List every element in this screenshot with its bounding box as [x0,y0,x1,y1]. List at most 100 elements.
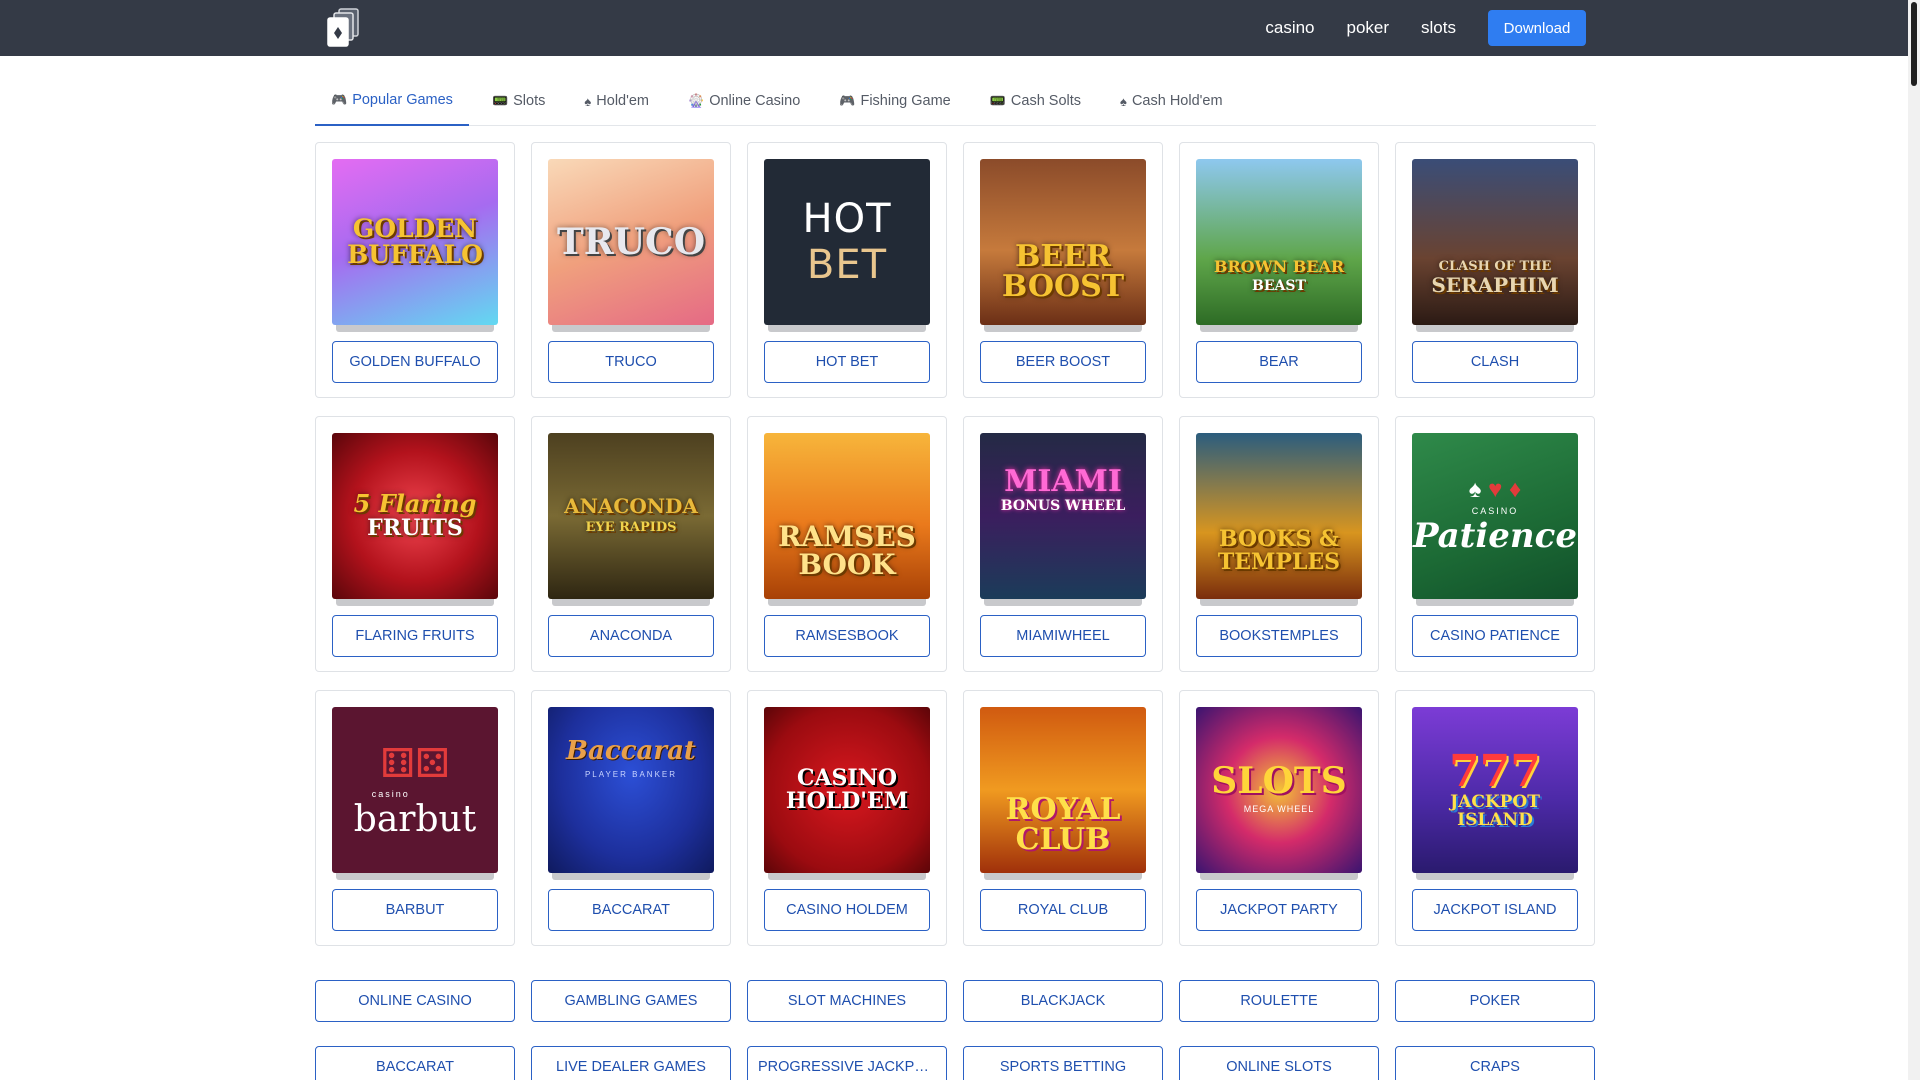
game-button-anaconda[interactable]: ANACONDA [548,615,714,657]
roulette-wheel-icon: 🎡 [688,93,705,108]
game-button-baccarat[interactable]: BACCARAT [548,889,714,931]
thumbnail-subtitle: SERAPHIM [1431,273,1559,297]
game-thumbnail[interactable]: ♠ ♥ ♦ CASINO Patience [1412,433,1578,599]
game-button-miamiwheel[interactable]: MIAMIWHEEL [980,615,1146,657]
tab-label: Hold'em [596,93,650,109]
game-thumbnail[interactable]: Baccarat PLAYER BANKER [548,707,714,873]
game-button-beer-boost[interactable]: BEER BOOST [980,341,1146,383]
category-button-sports-betting[interactable]: SPORTS BETTING [963,1046,1163,1080]
game-card-barbut: ⚅⚄ casino barbut BARBUT [315,690,515,946]
game-button-bear[interactable]: BEAR [1196,341,1362,383]
game-thumbnail[interactable]: GOLDEN BUFFALO [332,159,498,325]
game-button-casino-holdem[interactable]: CASINO HOLDEM [764,889,930,931]
thumbnail-title: 5 Flaring [353,489,477,518]
tab-slots[interactable]: 📟 Slots [476,76,561,126]
tab-popular-games[interactable]: 🎮 Popular Games [315,76,469,126]
download-button[interactable]: Download [1488,10,1586,46]
game-thumbnail[interactable]: 777 JACKPOT ISLAND [1412,707,1578,873]
game-thumbnail[interactable]: ANACONDA EYE RAPIDS [548,433,714,599]
game-card-beer-boost: BEER BOOST BEER BOOST [963,142,1163,398]
game-button-golden-buffalo[interactable]: GOLDEN BUFFALO [332,341,498,383]
game-card-royal-club: ROYAL CLUB ROYAL CLUB [963,690,1163,946]
game-card-baccarat: Baccarat PLAYER BANKER BACCARAT [531,690,731,946]
scrollbar-thumb[interactable] [1911,2,1917,86]
game-card-flaring-fruits: 5 Flaring FRUITS FLARING FRUITS [315,416,515,672]
thumbnail-subtitle: BOOK [798,548,896,581]
gamepad-icon: 🎮 [331,92,348,107]
game-card-jackpot-island: 777 JACKPOT ISLAND JACKPOT ISLAND [1395,690,1595,946]
game-thumbnail[interactable]: 5 Flaring FRUITS [332,433,498,599]
thumbnail-subtitle: barbut [353,798,477,840]
thumbnail-subtitle: Patience [1413,516,1577,556]
game-button-casino-patience[interactable]: CASINO PATIENCE [1412,615,1578,657]
thumbnail-title: MIAMI [1004,464,1122,499]
game-thumbnail[interactable]: BROWN BEAR BEAST [1196,159,1362,325]
thumbnail-title: SLOTS [1211,760,1347,802]
game-thumbnail[interactable]: BEER BOOST [980,159,1146,325]
tab-cash-holdem[interactable]: ♠ Cash Hold'em [1104,76,1239,126]
category-button-online-casino[interactable]: ONLINE CASINO [315,980,515,1022]
category-button-craps[interactable]: CRAPS [1395,1046,1595,1080]
thumbnail-title: Baccarat [566,736,696,766]
nav-link-poker[interactable]: poker [1347,10,1390,46]
game-button-flaring-fruits[interactable]: FLARING FRUITS [332,615,498,657]
dice-icon: ⚅⚄ [380,741,450,786]
tab-holdem[interactable]: ♠ Hold'em [568,76,665,126]
category-button-gambling-games[interactable]: GAMBLING GAMES [531,980,731,1022]
game-button-ramsesbook[interactable]: RAMSESBOOK [764,615,930,657]
game-button-truco[interactable]: TRUCO [548,341,714,383]
game-button-barbut[interactable]: BARBUT [332,889,498,931]
thumbnail-subtitle: BOOST [1001,269,1125,304]
cards-logo-icon[interactable] [326,8,360,48]
tab-online-casino[interactable]: 🎡 Online Casino [672,76,816,126]
game-button-royal-club[interactable]: ROYAL CLUB [980,889,1146,931]
game-card-hot-bet: HOT BET HOT BET [747,142,947,398]
game-button-jackpot-island[interactable]: JACKPOT ISLAND [1412,889,1578,931]
page-scrollbar[interactable] [1908,0,1920,1080]
gamepad-icon: 🎮 [839,93,856,108]
game-card-ramsesbook: RAMSES BOOK RAMSESBOOK [747,416,947,672]
thumbnail-subtitle: CLUB [1015,822,1111,857]
category-button-progressive-jackpots[interactable]: PROGRESSIVE JACKPOTS [747,1046,947,1080]
nav-link-casino[interactable]: casino [1265,10,1314,46]
thumbnail-subtitle: TEMPLES [1217,549,1341,575]
tab-label: Popular Games [352,92,453,108]
game-thumbnail[interactable]: HOT BET [764,159,930,325]
game-button-hot-bet[interactable]: HOT BET [764,341,930,383]
category-button-slot-machines[interactable]: SLOT MACHINES [747,980,947,1022]
game-thumbnail[interactable]: ⚅⚄ casino barbut [332,707,498,873]
category-button-poker[interactable]: POKER [1395,980,1595,1022]
game-thumbnail[interactable]: TRUCO [548,159,714,325]
tab-fishing-game[interactable]: 🎮 Fishing Game [823,76,966,126]
pager-icon: 📟 [491,93,509,108]
nav-link-slots[interactable]: slots [1421,10,1456,46]
thumbnail-title: ANACONDA [564,494,698,518]
game-card-casino-holdem: CASINO HOLD'EM CASINO HOLDEM [747,690,947,946]
game-thumbnail[interactable]: RAMSES BOOK [764,433,930,599]
game-thumbnail[interactable]: BOOKS & TEMPLES [1196,433,1362,599]
category-button-baccarat[interactable]: BACCARAT [315,1046,515,1080]
game-card-truco: TRUCO TRUCO [531,142,731,398]
tab-label: Cash Hold'em [1131,93,1223,109]
game-thumbnail[interactable]: MIAMI BONUS WHEEL [980,433,1146,599]
thumbnail-title: TRUCO [556,221,706,263]
game-button-jackpot-party[interactable]: JACKPOT PARTY [1196,889,1362,931]
category-button-online-slots[interactable]: ONLINE SLOTS [1179,1046,1379,1080]
category-button-live-dealer-games[interactable]: LIVE DEALER GAMES [531,1046,731,1080]
tab-label: Cash Solts [1010,93,1082,109]
game-thumbnail[interactable]: CLASH OF THE SERAPHIM [1412,159,1578,325]
game-thumbnail[interactable]: CASINO HOLD'EM [764,707,930,873]
game-card-jackpot-party: SLOTS MEGA WHEEL JACKPOT PARTY [1179,690,1379,946]
game-thumbnail[interactable]: SLOTS MEGA WHEEL [1196,707,1362,873]
header-nav: casino poker slots Download [1265,10,1586,46]
game-category-tabs: 🎮 Popular Games 📟 Slots ♠ Hold'em 🎡 Online C… [315,76,1596,126]
spade-icon: ♠ [584,93,592,109]
game-thumbnail[interactable]: ROYAL CLUB [980,707,1146,873]
game-button-clash[interactable]: CLASH [1412,341,1578,383]
category-button-blackjack[interactable]: BLACKJACK [963,980,1163,1022]
tab-cash-solts[interactable]: 📟 Cash Solts [974,76,1097,126]
game-button-bookstemples[interactable]: BOOKSTEMPLES [1196,615,1362,657]
category-button-roulette[interactable]: ROULETTE [1179,980,1379,1022]
game-card-bookstemples: BOOKS & TEMPLES BOOKSTEMPLES [1179,416,1379,672]
game-card-anaconda: ANACONDA EYE RAPIDS ANACONDA [531,416,731,672]
